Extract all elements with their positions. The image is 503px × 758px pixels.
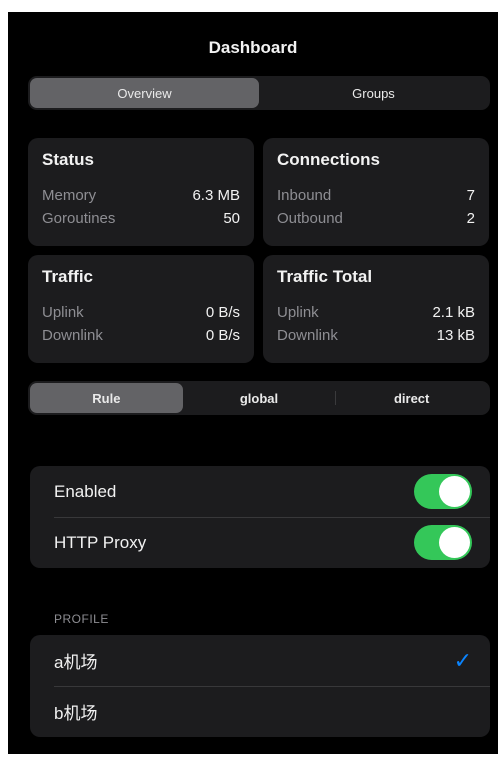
enabled-row: Enabled — [30, 466, 490, 517]
tab-groups[interactable]: Groups — [259, 78, 488, 108]
stat-row-goroutines: Goroutines 50 — [42, 207, 240, 230]
stat-label: Memory — [42, 187, 97, 204]
profile-item[interactable]: b机场 — [30, 686, 490, 737]
profile-item-label: b机场 — [54, 704, 98, 723]
app-screen: Dashboard Overview Groups Status Memory … — [8, 12, 498, 754]
view-segmented-control: Overview Groups — [28, 76, 490, 110]
stat-value: 50 — [223, 210, 240, 227]
stat-value: 13 kB — [436, 327, 475, 344]
stat-row-total-uplink: Uplink 2.1 kB — [277, 301, 475, 324]
profile-section-label: PROFILE — [54, 612, 109, 626]
stat-row-inbound: Inbound 7 — [277, 184, 475, 207]
traffic-card: Traffic Uplink 0 B/s Downlink 0 B/s — [28, 255, 254, 363]
page-title: Dashboard — [208, 38, 298, 57]
enabled-label: Enabled — [54, 481, 117, 501]
stat-row-total-downlink: Downlink 13 kB — [277, 324, 475, 347]
traffic-total-card: Traffic Total Uplink 2.1 kB Downlink 13 … — [263, 255, 489, 363]
stat-value: 6.3 MB — [192, 187, 240, 204]
stat-value: 7 — [466, 187, 475, 204]
stat-row-uplink: Uplink 0 B/s — [42, 301, 240, 324]
stat-label: Uplink — [277, 304, 319, 321]
stat-value: 2.1 kB — [432, 304, 475, 321]
connections-card-title: Connections — [277, 150, 380, 169]
status-card: Status Memory 6.3 MB Goroutines 50 — [28, 138, 254, 246]
stat-label: Goroutines — [42, 210, 116, 227]
traffic-card-title: Traffic — [42, 267, 94, 286]
connections-card: Connections Inbound 7 Outbound 2 — [263, 138, 489, 246]
stat-row-outbound: Outbound 2 — [277, 207, 475, 230]
stat-label: Uplink — [42, 304, 84, 321]
stat-value: 0 B/s — [205, 327, 240, 344]
mode-rule[interactable]: Rule — [30, 383, 183, 413]
stat-row-downlink: Downlink 0 B/s — [42, 324, 240, 347]
status-card-title: Status — [42, 150, 94, 169]
stat-value: 2 — [466, 210, 475, 227]
stat-value: 0 B/s — [205, 304, 240, 321]
stat-label: Downlink — [277, 327, 338, 344]
profile-item[interactable]: a机场 ✓ — [30, 635, 490, 686]
toggle-knob — [439, 476, 470, 507]
mode-global[interactable]: global — [183, 383, 336, 413]
stat-label: Downlink — [42, 327, 103, 344]
tab-overview[interactable]: Overview — [30, 78, 259, 108]
http-proxy-row: HTTP Proxy — [30, 517, 490, 568]
mode-direct[interactable]: direct — [335, 383, 488, 413]
stat-row-memory: Memory 6.3 MB — [42, 184, 240, 207]
stat-label: Inbound — [277, 187, 332, 204]
checkmark-icon: ✓ — [453, 647, 472, 673]
traffic-total-card-title: Traffic Total — [277, 267, 373, 286]
http-proxy-label: HTTP Proxy — [54, 532, 147, 552]
mode-segmented-control: Rule global direct — [28, 381, 490, 415]
profile-list: a机场 ✓ b机场 — [30, 635, 490, 737]
stat-label: Outbound — [277, 210, 343, 227]
enabled-toggle[interactable] — [414, 474, 472, 509]
profile-item-label: a机场 — [54, 653, 98, 672]
settings-group: Enabled HTTP Proxy — [30, 466, 490, 568]
http-proxy-toggle[interactable] — [414, 525, 472, 560]
toggle-knob — [439, 527, 470, 558]
